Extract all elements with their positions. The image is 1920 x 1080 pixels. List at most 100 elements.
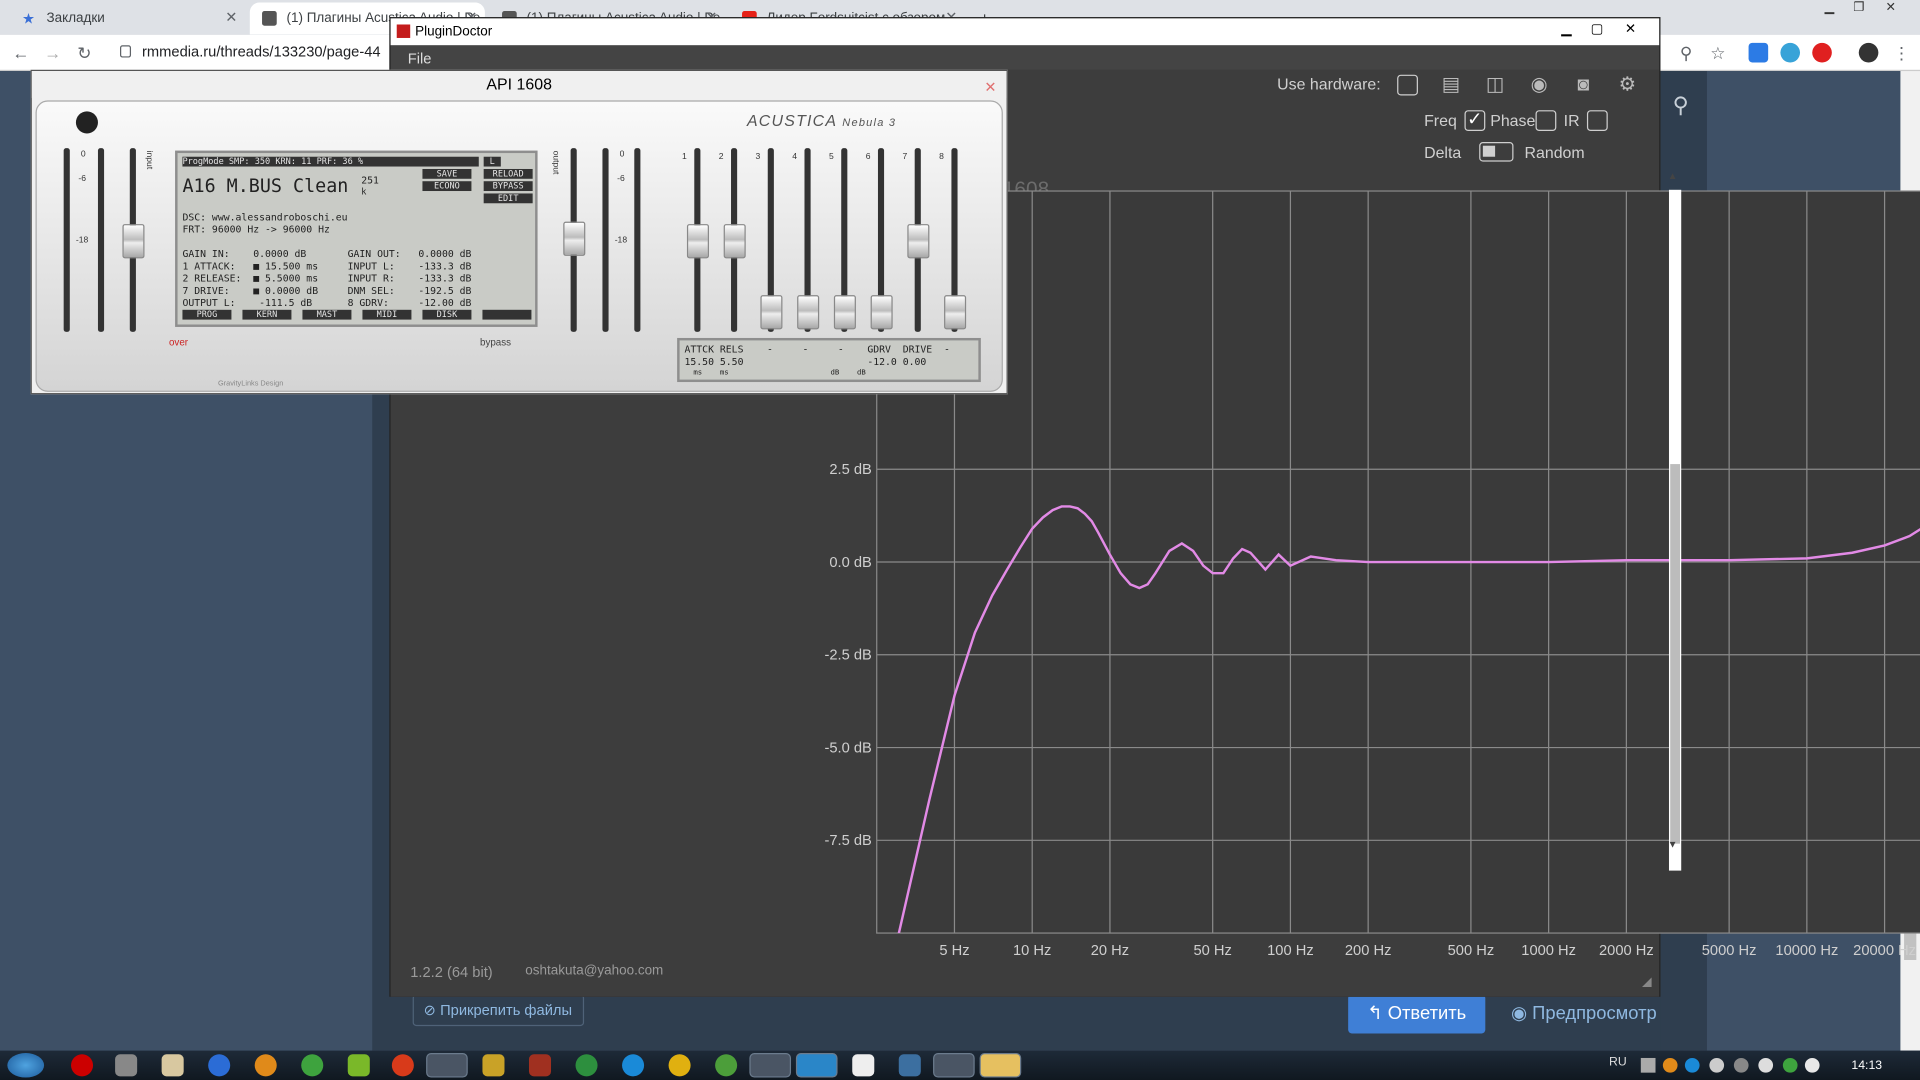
taskbar-app-icon[interactable] bbox=[852, 1054, 875, 1077]
start-button[interactable] bbox=[7, 1053, 45, 1078]
use-hardware-checkbox[interactable] bbox=[1397, 74, 1418, 96]
lcd-kern-button[interactable]: KERN bbox=[242, 309, 292, 320]
site-favicon-icon bbox=[262, 11, 277, 26]
skype-icon[interactable] bbox=[622, 1054, 645, 1077]
taskbar-app-icon[interactable] bbox=[482, 1054, 505, 1077]
minimize-icon[interactable]: ▁ bbox=[1561, 21, 1571, 37]
taskbar-app-icon[interactable] bbox=[668, 1054, 691, 1077]
forward-icon[interactable]: → bbox=[42, 42, 64, 64]
taskbar-app-icon[interactable] bbox=[391, 1054, 414, 1077]
lcd-reload-button[interactable]: RELOAD bbox=[483, 168, 533, 179]
delta-random-toggle[interactable] bbox=[1479, 142, 1514, 162]
extension-icon[interactable] bbox=[1780, 42, 1801, 63]
maximize-icon[interactable]: ❐ bbox=[1847, 0, 1871, 17]
volume-icon[interactable] bbox=[1758, 1057, 1774, 1073]
language-indicator[interactable]: RU bbox=[1609, 1056, 1627, 1069]
taskbar-chrome-icon[interactable] bbox=[749, 1053, 792, 1078]
reload-icon[interactable]: ↻ bbox=[73, 42, 95, 64]
close-window-icon[interactable]: ✕ bbox=[1625, 21, 1636, 37]
channel-number: 1 bbox=[682, 153, 687, 162]
taskbar-app-icon[interactable] bbox=[71, 1054, 94, 1077]
plot-scroll-thumb[interactable] bbox=[1670, 464, 1681, 844]
lcd-program-name: A16 M.BUS Clean bbox=[182, 175, 349, 198]
lcd-blank-button[interactable] bbox=[482, 309, 532, 320]
close-icon[interactable]: ✕ bbox=[984, 73, 996, 100]
tray-icon[interactable] bbox=[1782, 1057, 1798, 1073]
tray-icon[interactable] bbox=[1684, 1057, 1700, 1073]
opera-icon[interactable] bbox=[1812, 42, 1832, 63]
tab-bookmarks[interactable]: ★ Закладки ✕ bbox=[10, 2, 245, 34]
menu-dots-icon[interactable]: ⋮ bbox=[1891, 42, 1913, 64]
channel-fader-knob[interactable] bbox=[870, 295, 893, 330]
taskbar-app-icon[interactable] bbox=[161, 1054, 184, 1077]
menu-file[interactable]: File bbox=[408, 50, 432, 67]
channel-fader-knob[interactable] bbox=[723, 224, 746, 259]
bookmark-star-icon[interactable]: ☆ bbox=[1707, 42, 1729, 64]
channel-fader-knob[interactable] bbox=[944, 295, 967, 330]
tray-arrow-icon[interactable] bbox=[1640, 1057, 1656, 1073]
taskbar-plugindoctor-icon[interactable] bbox=[426, 1053, 468, 1078]
minimize-icon[interactable]: ▁ bbox=[1817, 0, 1841, 17]
taskbar-app-icon[interactable] bbox=[575, 1054, 598, 1077]
notes-icon[interactable]: ▤ bbox=[1439, 75, 1463, 97]
gear-icon[interactable]: ⚙ bbox=[1615, 75, 1639, 97]
close-window-icon[interactable]: ✕ bbox=[1878, 0, 1902, 17]
maximize-icon[interactable]: ▢ bbox=[1591, 21, 1604, 37]
extension-icon[interactable] bbox=[1748, 42, 1769, 63]
tray-icon[interactable] bbox=[1709, 1057, 1725, 1073]
lcd-mast-button[interactable]: MAST bbox=[302, 309, 352, 320]
lcd-save-button[interactable]: SAVE bbox=[422, 168, 472, 179]
taskbar-app-icon[interactable] bbox=[933, 1053, 975, 1078]
attach-files-button[interactable]: ⊘ Прикрепить файлы bbox=[412, 994, 585, 1027]
resize-grip-icon[interactable]: ◢ bbox=[1642, 976, 1651, 989]
reply-button[interactable]: ↰ Ответить bbox=[1348, 994, 1486, 1034]
taskbar-app-icon[interactable] bbox=[208, 1054, 231, 1077]
channel-number: 4 bbox=[792, 153, 798, 162]
eye-icon[interactable]: ◉ bbox=[1527, 75, 1551, 97]
taskbar-app-icon[interactable] bbox=[715, 1054, 738, 1077]
clock[interactable]: 14:13 bbox=[1851, 1059, 1882, 1072]
output-fader-slot bbox=[634, 148, 641, 332]
output-fader-knob[interactable] bbox=[563, 221, 586, 256]
freq-label: Freq bbox=[1424, 111, 1457, 130]
taskbar-app-icon[interactable] bbox=[347, 1054, 370, 1077]
tray-icon[interactable] bbox=[1662, 1057, 1678, 1073]
taskbar-app-icon[interactable] bbox=[528, 1054, 552, 1077]
channel-fader-knob[interactable] bbox=[760, 295, 783, 330]
camera-icon[interactable]: ◙ bbox=[1571, 75, 1595, 97]
channel-fader-knob[interactable] bbox=[907, 224, 930, 259]
zoom-icon[interactable]: ⚲ bbox=[1675, 42, 1697, 64]
channel-fader-knob[interactable] bbox=[797, 295, 820, 330]
x-tick-label: 2000 Hz bbox=[1599, 943, 1654, 959]
scroll-down-icon[interactable]: ▼ bbox=[1668, 839, 1678, 850]
taskbar-telegram-icon[interactable] bbox=[795, 1053, 838, 1078]
taskbar-app-icon[interactable] bbox=[301, 1054, 324, 1077]
book-icon[interactable]: ◫ bbox=[1483, 75, 1507, 97]
scroll-up-icon[interactable]: ▲ bbox=[1668, 170, 1678, 181]
tray-icon[interactable] bbox=[1733, 1057, 1749, 1073]
input-fader-knob[interactable] bbox=[122, 224, 145, 259]
ir-checkbox[interactable] bbox=[1586, 110, 1608, 132]
bypass-indicator[interactable]: bypass bbox=[480, 337, 511, 348]
tray-icon[interactable] bbox=[1804, 1057, 1820, 1073]
channel-fader-knob[interactable] bbox=[833, 295, 856, 330]
lcd-disk-button[interactable]: DISK bbox=[422, 309, 472, 320]
avatar[interactable] bbox=[1858, 42, 1879, 63]
search-icon[interactable]: ⚲ bbox=[1673, 93, 1689, 119]
lcd-prog-button[interactable]: PROG bbox=[182, 309, 232, 320]
taskbar-app-icon[interactable] bbox=[898, 1054, 921, 1077]
preview-button[interactable]: ◉ Предпросмотр bbox=[1511, 1002, 1657, 1024]
lcd-edit-button[interactable]: EDIT bbox=[483, 193, 533, 204]
taskbar-explorer-icon[interactable] bbox=[979, 1053, 1022, 1078]
phase-checkbox[interactable] bbox=[1535, 110, 1557, 132]
taskbar-app-icon[interactable] bbox=[115, 1054, 138, 1077]
channel-fader-knob[interactable] bbox=[686, 224, 709, 259]
lcd-midi-button[interactable]: MIDI bbox=[362, 309, 412, 320]
lcd-econo-button[interactable]: ECONO bbox=[422, 181, 472, 192]
close-icon[interactable]: ✕ bbox=[225, 9, 237, 26]
back-icon[interactable]: ← bbox=[10, 42, 32, 64]
freq-checkbox[interactable] bbox=[1464, 108, 1486, 132]
lcd-bypass-button[interactable]: BYPASS bbox=[483, 181, 533, 192]
address-bar[interactable]: rmmedia.ru/threads/133230/page-44 bbox=[142, 43, 381, 60]
taskbar-app-icon[interactable] bbox=[254, 1054, 277, 1077]
